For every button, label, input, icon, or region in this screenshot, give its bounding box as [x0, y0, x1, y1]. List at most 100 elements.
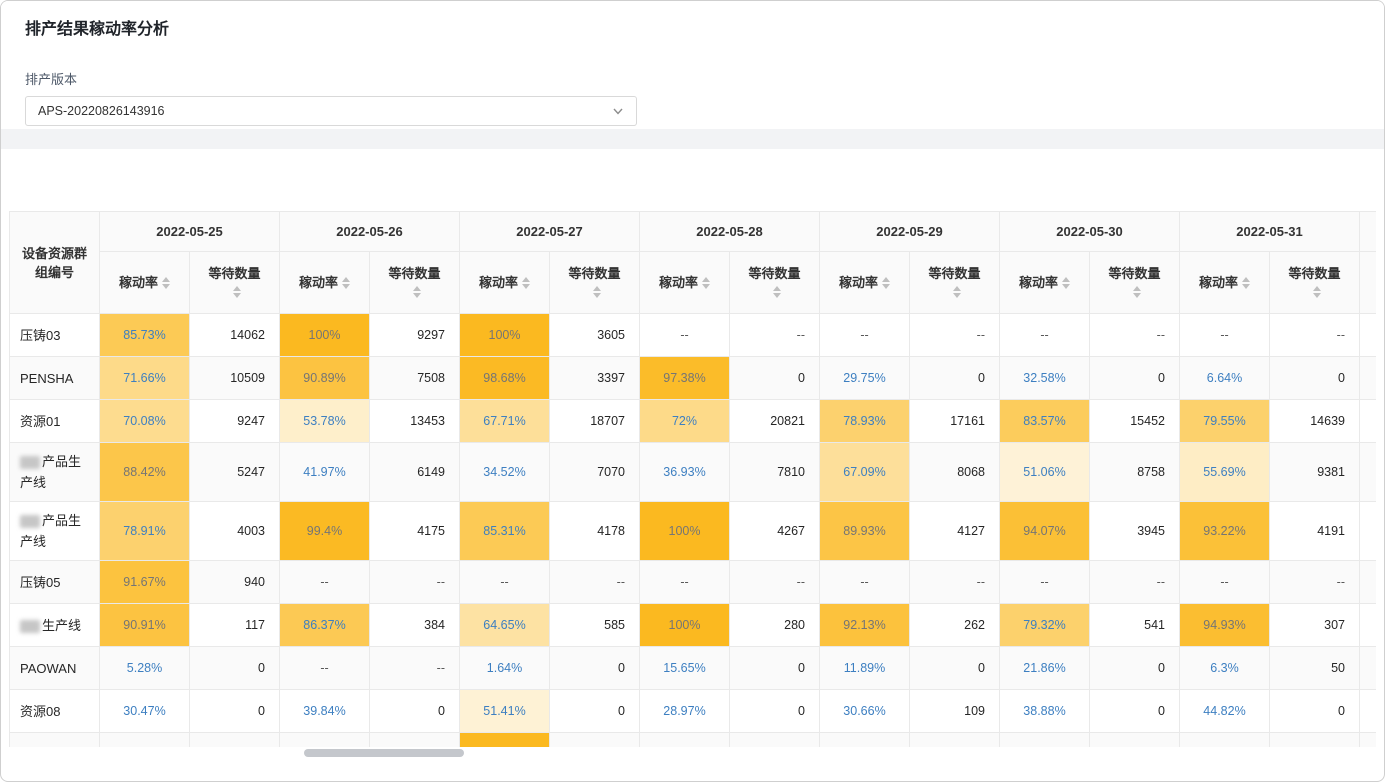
rate-cell	[1360, 502, 1377, 561]
wait-column-header: 等待数量	[1270, 252, 1360, 314]
rate-cell: 71.66%	[100, 357, 190, 400]
date-header: 2022-05-28	[640, 212, 820, 252]
sort-icon[interactable]	[162, 277, 170, 289]
rate-cell: --	[640, 561, 730, 604]
chevron-down-icon	[612, 105, 624, 117]
wait-column-header: 等待数量	[550, 252, 640, 314]
sort-icon[interactable]	[1062, 277, 1070, 289]
version-label: 排产版本	[25, 69, 1360, 88]
sort-icon[interactable]	[522, 277, 530, 289]
rate-cell: 93.22%	[1180, 502, 1270, 561]
sort-icon[interactable]	[1313, 286, 1321, 298]
wait-column-header: 等待数量	[910, 252, 1000, 314]
wait-column-header: 等待数量	[370, 252, 460, 314]
wait-cell: --	[730, 733, 820, 748]
rate-cell: 36.93%	[640, 443, 730, 502]
sort-icon[interactable]	[413, 286, 421, 298]
wait-cell: 4267	[730, 502, 820, 561]
row-header-column: 设备资源群组编号	[10, 212, 100, 314]
sort-icon[interactable]	[1242, 277, 1250, 289]
table-row: PAOWAN5.28%0----1.64%015.65%011.89%021.8…	[10, 647, 1377, 690]
wait-cell: 7508	[370, 357, 460, 400]
rate-cell: 100%	[640, 604, 730, 647]
scrollbar-thumb[interactable]	[304, 749, 464, 757]
wait-cell: 13453	[370, 400, 460, 443]
column-label: 等待数量	[1288, 266, 1340, 281]
sort-icon[interactable]	[953, 286, 961, 298]
rate-cell: --	[280, 733, 370, 748]
rate-cell: 89.93%	[820, 502, 910, 561]
rate-cell: 83.57%	[1000, 400, 1090, 443]
wait-cell: --	[370, 561, 460, 604]
wait-cell: 7070	[550, 443, 640, 502]
wait-cell: --	[730, 561, 820, 604]
version-select-value: APS-20220826143916	[38, 104, 165, 118]
sort-icon[interactable]	[593, 286, 601, 298]
group-name-cell: 资源01	[10, 400, 100, 443]
rate-cell: 5.28%	[100, 647, 190, 690]
group-name-cell: PENSHA	[10, 357, 100, 400]
rate-cell: 90.89%	[280, 357, 370, 400]
wait-cell: 8068	[910, 443, 1000, 502]
horizontal-scrollbar	[9, 749, 1378, 757]
column-label: 稼动率	[659, 275, 698, 290]
column-label: 等待数量	[568, 266, 620, 281]
rate-cell: 53.78%	[280, 400, 370, 443]
table-row: 资源0830.47%039.84%051.41%028.97%030.66%10…	[10, 690, 1377, 733]
sort-icon[interactable]	[233, 286, 241, 298]
table-row: --------100%------------------	[10, 733, 1377, 748]
column-label: 稼动率	[299, 275, 338, 290]
table-row: 产品生产线78.91%400399.4%417585.31%4178100%42…	[10, 502, 1377, 561]
wait-cell: --	[1090, 314, 1180, 357]
rate-cell: 100%	[640, 502, 730, 561]
rate-cell: 6.3%	[1180, 647, 1270, 690]
rate-cell: 34.52%	[460, 443, 550, 502]
rate-column-header: 稼动率	[1360, 252, 1377, 314]
table-row: 压铸0385.73%14062100%9297100%3605---------…	[10, 314, 1377, 357]
sort-icon[interactable]	[882, 277, 890, 289]
column-label: 稼动率	[1019, 275, 1058, 290]
rate-cell: 94.07%	[1000, 502, 1090, 561]
rate-cell: 44.82%	[1180, 690, 1270, 733]
rate-cell	[1360, 733, 1377, 748]
sort-icon[interactable]	[773, 286, 781, 298]
sort-icon[interactable]	[1133, 286, 1141, 298]
rate-cell: 1.64%	[460, 647, 550, 690]
date-header: 2022-05-30	[1000, 212, 1180, 252]
rate-cell: 11.89%	[820, 647, 910, 690]
date-header: 2022-05-31	[1180, 212, 1360, 252]
rate-cell: 67.71%	[460, 400, 550, 443]
rate-column-header: 稼动率	[820, 252, 910, 314]
rate-cell	[1360, 400, 1377, 443]
group-name-cell: 资源08	[10, 690, 100, 733]
sort-icon[interactable]	[342, 277, 350, 289]
wait-cell: 940	[190, 561, 280, 604]
wait-cell: 0	[730, 357, 820, 400]
rate-cell: 28.97%	[640, 690, 730, 733]
wait-cell: 262	[910, 604, 1000, 647]
wait-cell: 20821	[730, 400, 820, 443]
table-row: 压铸0591.67%940------------------------	[10, 561, 1377, 604]
rate-cell: 79.32%	[1000, 604, 1090, 647]
column-label: 等待数量	[1108, 266, 1160, 281]
version-select[interactable]: APS-20220826143916	[25, 96, 637, 126]
rate-cell: 41.97%	[280, 443, 370, 502]
rate-column-header: 稼动率	[1000, 252, 1090, 314]
rate-cell: --	[460, 561, 550, 604]
wait-cell: --	[370, 733, 460, 748]
wait-column-header: 等待数量	[1090, 252, 1180, 314]
wait-cell: --	[550, 733, 640, 748]
header-section: 排产结果稼动率分析 排产版本 APS-20220826143916	[1, 1, 1384, 129]
wait-cell: 0	[730, 647, 820, 690]
rate-cell: 72%	[640, 400, 730, 443]
wait-cell: 0	[1270, 357, 1360, 400]
rate-cell: 6.64%	[1180, 357, 1270, 400]
rate-cell: 39.84%	[280, 690, 370, 733]
page-title: 排产结果稼动率分析	[25, 15, 1360, 39]
rate-cell: --	[1180, 561, 1270, 604]
date-header: 2022-05-29	[820, 212, 1000, 252]
rate-cell: 38.88%	[1000, 690, 1090, 733]
sort-icon[interactable]	[702, 277, 710, 289]
wait-cell: 117	[190, 604, 280, 647]
wait-column-header: 等待数量	[190, 252, 280, 314]
